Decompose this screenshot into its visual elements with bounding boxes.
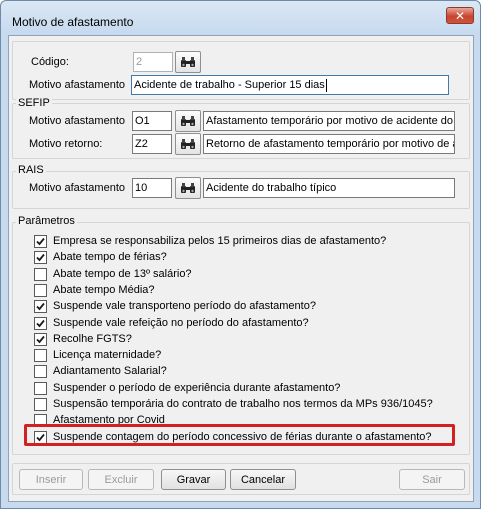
motivo-afastamento-value: Acidente de trabalho - Superior 15 dias [134,79,325,91]
binoculars-icon [181,57,195,67]
cancelar-button[interactable]: Cancelar [230,469,296,490]
binoculars-icon [181,139,195,149]
checkbox[interactable] [34,316,47,330]
sefip-afastamento-desc-field[interactable]: Afastamento temporário por motivo de aci… [203,111,455,131]
window-title: Motivo de afastamento [12,15,134,29]
rais-afastamento-label: Motivo afastamento [29,182,125,194]
parametro-row[interactable]: Suspende vale refeição no período do afa… [34,316,309,330]
close-icon: ✕ [454,8,466,23]
close-button[interactable]: ✕ [446,7,474,24]
parametro-row[interactable]: Abate tempo Média? [34,283,155,297]
checkbox[interactable] [34,283,47,297]
sefip-legend: SEFIP [16,97,52,109]
parametro-label: Abate tempo de férias? [53,251,167,263]
checkbox[interactable] [34,234,47,248]
checkmark-icon [36,253,45,261]
parametro-row[interactable]: Empresa se responsabiliza pelos 15 prime… [34,234,386,248]
parametro-row[interactable]: Suspender o período de experiência duran… [34,381,340,395]
sefip-afastamento-search-button[interactable] [175,110,201,132]
checkbox[interactable] [34,267,47,281]
gravar-button[interactable]: Gravar [161,469,226,490]
motivo-afastamento-field[interactable]: Acidente de trabalho - Superior 15 dias [131,75,449,95]
binoculars-icon [181,183,195,193]
inserir-button[interactable]: Inserir [19,469,83,490]
highlight-box [24,424,455,446]
rais-afastamento-code-field[interactable]: 10 [132,178,172,198]
checkbox[interactable] [34,348,47,362]
sefip-retorno-code-field[interactable]: Z2 [132,134,172,154]
checkbox[interactable] [34,397,47,411]
checkmark-icon [36,319,45,327]
sefip-retorno-search-button[interactable] [175,133,201,155]
checkbox[interactable] [34,250,47,264]
sefip-retorno-label: Motivo retorno: [29,138,103,150]
title-bar[interactable]: Motivo de afastamento ✕ [1,1,480,35]
parametro-row[interactable]: Abate tempo de férias? [34,250,167,264]
parametro-label: Suspender o período de experiência duran… [53,382,341,394]
parametros-legend: Parâmetros [16,215,77,227]
parametro-label: Adiantamento Salarial? [53,365,167,377]
sefip-retorno-desc-field[interactable]: Retorno de afastamento temporário por mo… [203,134,455,154]
dialog-window: Motivo de afastamento ✕ Código: 2 Motivo… [0,0,481,509]
motivo-label: Motivo afastamento [29,79,125,91]
checkbox[interactable] [34,364,47,378]
excluir-button[interactable]: Excluir [88,469,154,490]
parametro-label: Abate tempo de 13º salário? [53,268,192,280]
parametro-row[interactable]: Licença maternidade? [34,348,161,362]
checkbox[interactable] [34,299,47,313]
sefip-afastamento-label: Motivo afastamento [29,115,125,127]
parametro-label: Abate tempo Média? [53,284,155,296]
parametro-row[interactable]: Adiantamento Salarial? [34,364,167,378]
rais-legend: RAIS [16,164,46,176]
checkbox[interactable] [34,381,47,395]
parametro-row[interactable]: Abate tempo de 13º salário? [34,267,192,281]
sair-button[interactable]: Sair [399,469,465,490]
checkmark-icon [36,335,45,343]
parametro-row[interactable]: Recolhe FGTS? [34,332,132,346]
text-caret [325,78,327,92]
codigo-label: Código: [31,56,69,68]
parametro-label: Suspende vale refeição no período do afa… [53,317,309,329]
parametro-label: Licença maternidade? [53,349,162,361]
checkbox[interactable] [34,332,47,346]
sefip-afastamento-code-field[interactable]: O1 [132,111,172,131]
parametro-label: Suspensão temporária do contrato de trab… [53,398,433,410]
parametro-label: Recolhe FGTS? [53,333,132,345]
codigo-search-button[interactable] [175,51,201,73]
parametro-label: Empresa se responsabiliza pelos 15 prime… [53,235,387,247]
binoculars-icon [181,116,195,126]
rais-afastamento-desc-field[interactable]: Acidente do trabalho típico [203,178,455,198]
codigo-field[interactable]: 2 [133,52,173,72]
parametro-row[interactable]: Suspende vale transporteno período do af… [34,299,316,313]
parametro-label: Suspende vale transporteno período do af… [53,300,316,312]
dialog-body: Código: 2 Motivo afastamento Acidente de… [8,35,474,502]
rais-afastamento-search-button[interactable] [175,177,201,199]
checkmark-icon [36,302,45,310]
checkmark-icon [36,237,45,245]
parametro-row[interactable]: Suspensão temporária do contrato de trab… [34,397,433,411]
